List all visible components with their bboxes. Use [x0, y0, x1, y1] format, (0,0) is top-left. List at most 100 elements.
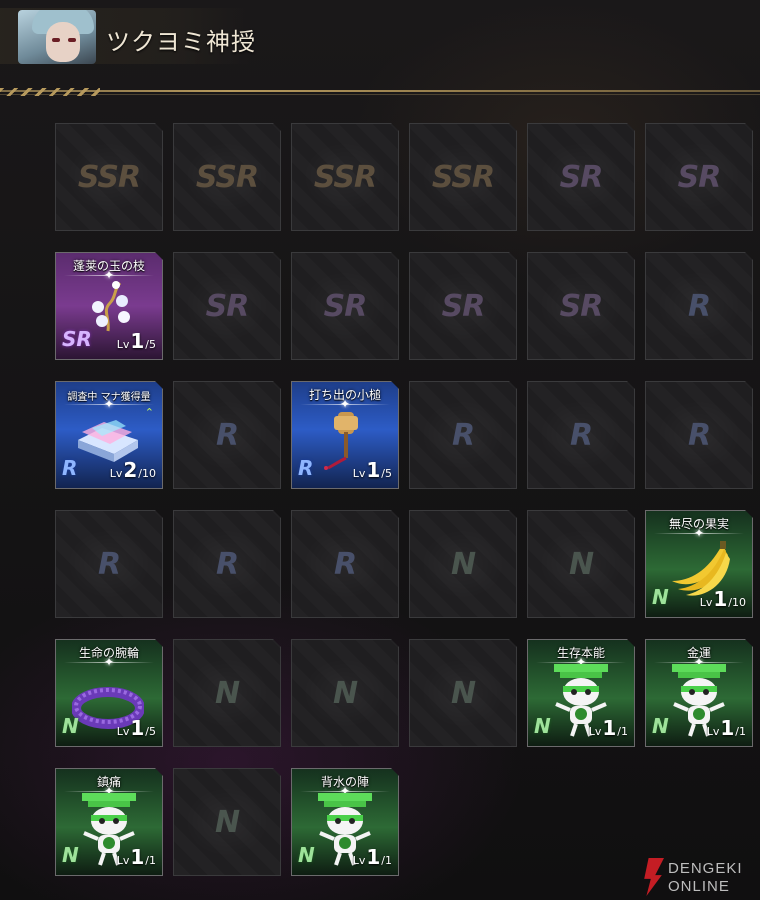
- relic-card[interactable]: 蓬莱の玉の枝 ✦ SR Lv1/5: [55, 252, 163, 360]
- rarity-placeholder-label: SR: [205, 289, 249, 324]
- empty-slot-r[interactable]: R: [291, 510, 399, 618]
- rarity-placeholder-label: N: [332, 676, 358, 711]
- level-prefix: Lv: [699, 596, 713, 609]
- empty-slot-ssr[interactable]: SSR: [55, 123, 163, 231]
- level-max: /1: [617, 725, 628, 738]
- level-max: /10: [138, 467, 156, 480]
- empty-slot-r[interactable]: R: [173, 510, 281, 618]
- upgrade-arrow-icon: ⌃: [144, 406, 154, 419]
- level-max: /5: [145, 338, 156, 351]
- rarity-placeholder-label: R: [451, 418, 475, 453]
- rarity-placeholder-label: SR: [559, 160, 603, 195]
- rarity-badge: R: [62, 456, 78, 480]
- relic-card[interactable]: 調査中 マナ獲得量 ✦ ⌃ R Lv2/10: [55, 381, 163, 489]
- rarity-placeholder-label: SSR: [313, 160, 377, 195]
- level-prefix: Lv: [352, 854, 366, 867]
- level-value: 2: [123, 458, 138, 482]
- rarity-placeholder-label: SSR: [431, 160, 495, 195]
- watermark-line1: DENGEKI: [668, 860, 743, 877]
- level-indicator: Lv1/1: [707, 716, 746, 740]
- level-prefix: Lv: [109, 467, 123, 480]
- level-max: /1: [145, 854, 156, 867]
- sparkle-icon: ✦: [693, 526, 705, 540]
- rarity-placeholder-label: SSR: [195, 160, 259, 195]
- level-indicator: Lv2/10: [110, 458, 156, 482]
- rarity-placeholder-label: R: [97, 547, 121, 582]
- rarity-placeholder-label: N: [214, 805, 240, 840]
- empty-slot-sr[interactable]: SR: [527, 123, 635, 231]
- empty-slot-r[interactable]: R: [645, 381, 753, 489]
- empty-slot-r[interactable]: R: [173, 381, 281, 489]
- level-prefix: Lv: [116, 338, 130, 351]
- empty-slot-sr[interactable]: SR: [645, 123, 753, 231]
- rarity-placeholder-label: R: [215, 418, 239, 453]
- rarity-placeholder-label: SSR: [77, 160, 141, 195]
- level-indicator: Lv1/10: [700, 587, 746, 611]
- rarity-placeholder-label: N: [450, 676, 476, 711]
- watermark-line2: ONLINE: [668, 878, 730, 895]
- rarity-placeholder-label: SR: [559, 289, 603, 324]
- rarity-placeholder-label: N: [568, 547, 594, 582]
- rarity-badge: N: [62, 843, 79, 867]
- level-max: /10: [728, 596, 746, 609]
- empty-slot-r[interactable]: R: [55, 510, 163, 618]
- rarity-placeholder-label: N: [214, 676, 240, 711]
- empty-slot-n[interactable]: N: [527, 510, 635, 618]
- relic-card[interactable]: 鎮痛 ✦ N Lv1/1: [55, 768, 163, 876]
- level-value: 1: [366, 458, 381, 482]
- level-max: /1: [381, 854, 392, 867]
- rarity-badge: N: [62, 714, 79, 738]
- empty-slot-r[interactable]: R: [527, 381, 635, 489]
- empty-slot-r[interactable]: R: [645, 252, 753, 360]
- rarity-badge: N: [298, 843, 315, 867]
- relic-card[interactable]: 金運 ✦ N Lv1/1: [645, 639, 753, 747]
- empty-slot-sr[interactable]: SR: [173, 252, 281, 360]
- empty-slot-n[interactable]: N: [409, 510, 517, 618]
- level-indicator: Lv1/5: [353, 458, 392, 482]
- level-indicator: Lv1/5: [117, 716, 156, 740]
- rarity-placeholder-label: R: [333, 547, 357, 582]
- empty-slot-sr[interactable]: SR: [409, 252, 517, 360]
- level-max: /5: [145, 725, 156, 738]
- relic-card[interactable]: 生命の腕輪 ✦ N Lv1/5: [55, 639, 163, 747]
- empty-slot-n[interactable]: N: [173, 639, 281, 747]
- empty-slot-ssr[interactable]: SSR: [409, 123, 517, 231]
- relic-card[interactable]: 打ち出の小槌 ✦ R Lv1/5: [291, 381, 399, 489]
- level-indicator: Lv1/1: [117, 845, 156, 869]
- level-prefix: Lv: [706, 725, 720, 738]
- empty-slot-n[interactable]: N: [173, 768, 281, 876]
- relic-card[interactable]: 無尽の果実 ✦ N Lv1/10: [645, 510, 753, 618]
- dengeki-online-watermark: DENGEKI ONLINE: [640, 856, 760, 900]
- lightning-logo-icon: [644, 858, 664, 896]
- rarity-placeholder-label: SR: [323, 289, 367, 324]
- character-avatar: [18, 10, 96, 64]
- level-value: 1: [713, 587, 728, 611]
- header: ツクヨミ神授: [0, 0, 760, 100]
- level-indicator: Lv1/1: [353, 845, 392, 869]
- empty-slot-n[interactable]: N: [291, 639, 399, 747]
- empty-slot-ssr[interactable]: SSR: [173, 123, 281, 231]
- rarity-placeholder-label: R: [687, 418, 711, 453]
- level-value: 1: [130, 716, 145, 740]
- empty-slot-sr[interactable]: SR: [527, 252, 635, 360]
- empty-slot-r[interactable]: R: [409, 381, 517, 489]
- rarity-badge: N: [534, 714, 551, 738]
- empty-slot-n[interactable]: N: [409, 639, 517, 747]
- rarity-placeholder-label: SR: [677, 160, 721, 195]
- level-max: /5: [381, 467, 392, 480]
- empty-slot-sr[interactable]: SR: [291, 252, 399, 360]
- level-prefix: Lv: [588, 725, 602, 738]
- level-prefix: Lv: [116, 725, 130, 738]
- rarity-badge: N: [652, 714, 669, 738]
- level-value: 1: [130, 845, 145, 869]
- rarity-badge: N: [652, 585, 669, 609]
- relic-card[interactable]: 生存本能 ✦ N Lv1/1: [527, 639, 635, 747]
- empty-slot-ssr[interactable]: SSR: [291, 123, 399, 231]
- relic-card[interactable]: 背水の陣 ✦ N Lv1/1: [291, 768, 399, 876]
- level-value: 1: [366, 845, 381, 869]
- level-max: /1: [735, 725, 746, 738]
- rarity-placeholder-label: N: [450, 547, 476, 582]
- level-prefix: Lv: [352, 467, 366, 480]
- rarity-placeholder-label: SR: [441, 289, 485, 324]
- rarity-placeholder-label: R: [687, 289, 711, 324]
